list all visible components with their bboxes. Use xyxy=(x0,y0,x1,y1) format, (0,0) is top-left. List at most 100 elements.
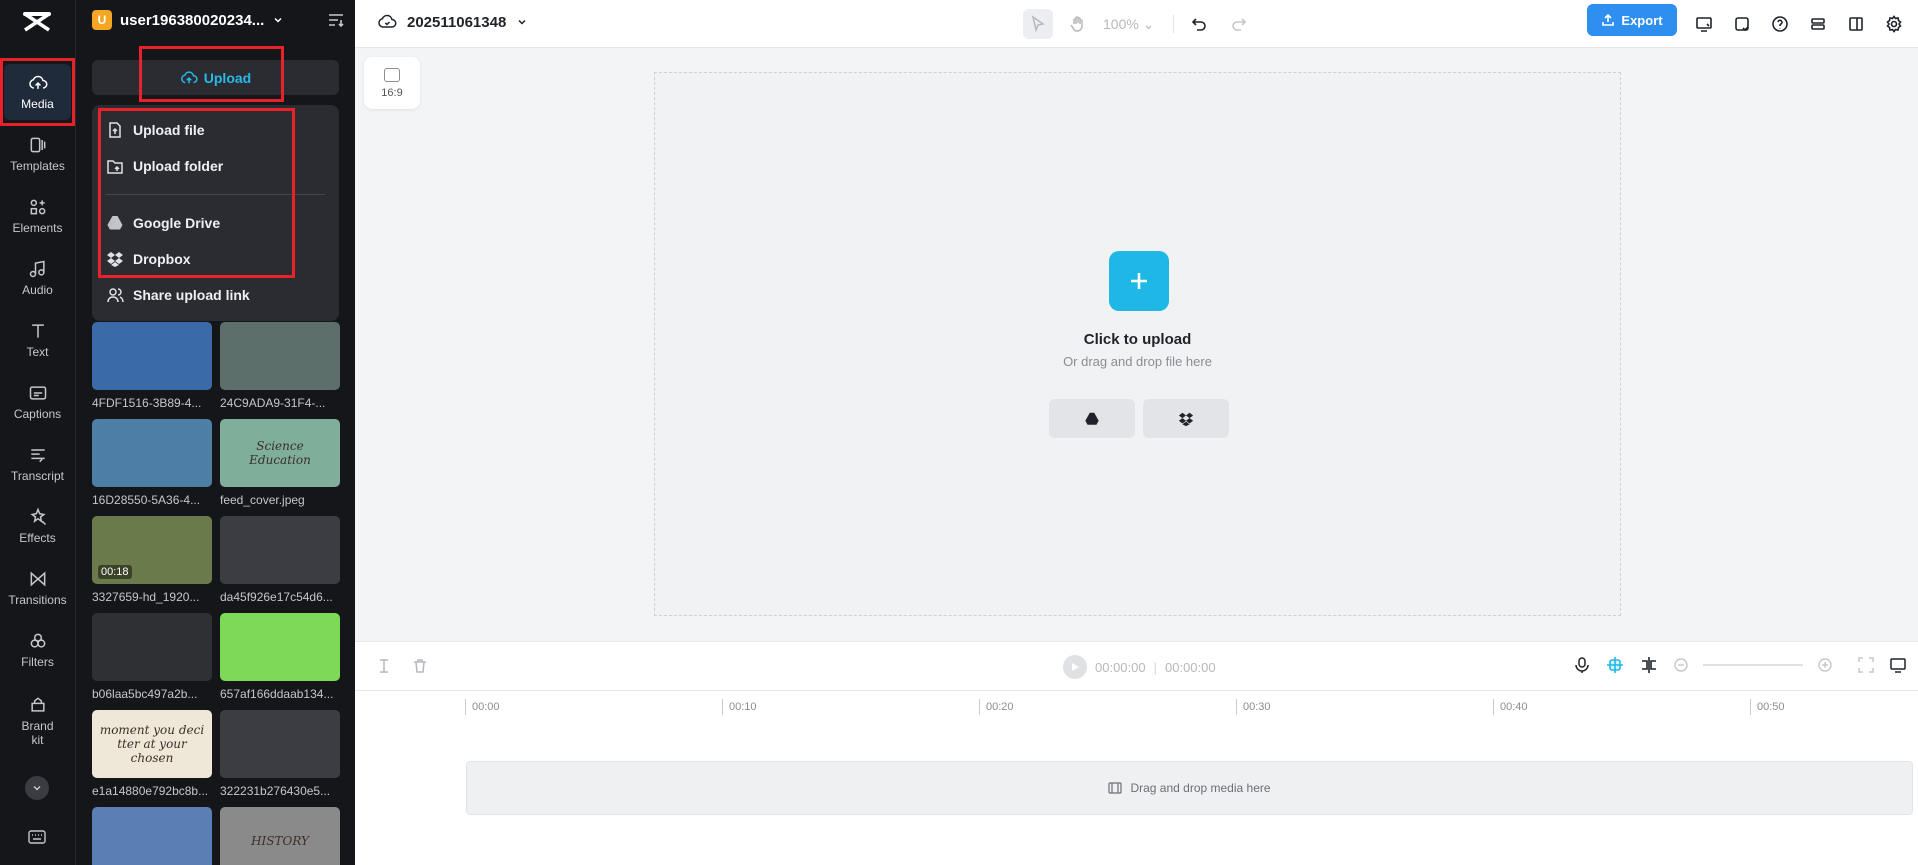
duration-badge: 00:18 xyxy=(98,565,132,579)
media-item[interactable]: 322231b276430e5... xyxy=(220,710,340,798)
media-thumbnail[interactable]: 00:18 xyxy=(92,516,212,584)
media-item[interactable]: da45f926e17c54d6... xyxy=(220,516,340,604)
media-item[interactable]: HISTORY xyxy=(220,807,340,865)
rail-brand-kit[interactable]: Brand kit xyxy=(4,688,71,754)
text-icon xyxy=(31,324,44,338)
media-item[interactable] xyxy=(92,807,212,865)
timeline-ruler[interactable]: 00:00 00:10 00:20 00:30 00:40 00:50 xyxy=(465,699,1918,719)
rail-label: Brand kit xyxy=(21,719,54,747)
media-thumbnail[interactable] xyxy=(220,613,340,681)
media-item[interactable]: 4FDF1516-3B89-4... xyxy=(92,322,212,410)
media-filename: 16D28550-5A36-4... xyxy=(92,493,201,507)
sort-icon[interactable] xyxy=(327,11,345,29)
media-thumbnail[interactable]: Science Education xyxy=(220,419,340,487)
rail-expand-button[interactable] xyxy=(25,776,49,800)
workspace-header[interactable]: U user19638002023​4... xyxy=(92,9,345,31)
media-thumbnail[interactable] xyxy=(92,322,212,390)
left-nav-rail: Media Templates Elements Audio Text Capt… xyxy=(0,0,75,865)
media-item[interactable]: 00:18 3327659-hd_1920... xyxy=(92,516,212,604)
rail-audio[interactable]: Audio xyxy=(4,250,71,306)
project-title[interactable]: 202511061348 xyxy=(377,12,528,32)
media-thumbnail[interactable] xyxy=(220,710,340,778)
layout-button[interactable] xyxy=(1841,9,1871,39)
timeline-zoom-slider[interactable] xyxy=(1703,664,1803,666)
effects-icon xyxy=(29,507,46,526)
timeline-drop-zone[interactable]: Drag and drop media here xyxy=(466,761,1913,815)
export-button[interactable]: Export xyxy=(1587,4,1677,36)
rail-transcript[interactable]: Transcript xyxy=(4,436,71,492)
split-icon[interactable] xyxy=(375,657,393,675)
rail-label: Effects xyxy=(19,531,56,545)
rail-text[interactable]: Text xyxy=(4,312,71,368)
media-item[interactable]: Science Education feed_cover.jpeg xyxy=(220,419,340,507)
rail-media[interactable]: Media xyxy=(0,58,75,126)
media-item[interactable]: 24C9ADA9-31F4-... xyxy=(220,322,340,410)
total-time: 00:00:00 xyxy=(1165,659,1216,675)
media-filename: 3327659-hd_1920... xyxy=(92,590,200,604)
media-thumbnail[interactable] xyxy=(220,322,340,390)
hand-tool-button[interactable] xyxy=(1063,9,1093,39)
media-thumbnail[interactable] xyxy=(92,613,212,681)
select-tool-button[interactable] xyxy=(1023,9,1053,39)
review-button[interactable] xyxy=(1727,9,1757,39)
trash-icon[interactable] xyxy=(411,657,429,675)
cursor-icon xyxy=(1031,15,1045,33)
help-button[interactable] xyxy=(1765,9,1795,39)
gear-icon xyxy=(1886,15,1902,33)
zoom-out-icon[interactable] xyxy=(1673,657,1689,673)
thumbnail-overlay-text: HISTORY xyxy=(251,834,309,848)
timeline: 00:00 00:10 00:20 00:30 00:40 00:50 Drag and … xyxy=(355,691,1918,865)
rail-label: Transcript xyxy=(11,469,64,483)
monitor-icon[interactable] xyxy=(1889,656,1907,674)
menu-share-upload-link[interactable]: Share upload link xyxy=(106,283,250,307)
google-drive-button[interactable] xyxy=(1049,399,1135,438)
media-filename: 24C9ADA9-31F4-... xyxy=(220,396,326,410)
cloud-sync-icon xyxy=(378,14,397,28)
undo-button[interactable] xyxy=(1184,9,1214,39)
canvas-drop-area[interactable]: Click to upload Or drag and drop file he… xyxy=(654,72,1621,616)
zoom-in-icon[interactable] xyxy=(1817,657,1833,673)
top-toolbar: 202511061348 100% ⌄ Export xyxy=(355,0,1918,48)
media-item[interactable]: b06laa5bc497a2b... xyxy=(92,613,212,701)
rail-transitions[interactable]: Transitions xyxy=(4,560,71,616)
fit-screen-icon[interactable] xyxy=(1857,656,1875,674)
media-thumbnail[interactable]: moment you deci tter at your chosen xyxy=(92,710,212,778)
media-filename: 657af166ddaab134... xyxy=(220,687,334,701)
rail-templates[interactable]: Templates xyxy=(4,126,71,182)
settings-button[interactable] xyxy=(1879,9,1909,39)
media-item[interactable]: 16D28550-5A36-4... xyxy=(92,419,212,507)
split-view-icon[interactable] xyxy=(1639,655,1659,675)
capcut-logo[interactable] xyxy=(22,10,52,34)
magnet-snap-icon[interactable] xyxy=(1605,655,1625,675)
rail-elements[interactable]: Elements xyxy=(4,188,71,244)
elements-icon xyxy=(30,199,45,215)
keyboard-icon[interactable] xyxy=(27,827,47,847)
music-note-icon xyxy=(29,260,45,278)
microphone-icon[interactable] xyxy=(1573,656,1591,674)
aspect-ratio-button[interactable]: 16:9 xyxy=(364,57,420,109)
export-icon xyxy=(1602,13,1615,26)
media-thumbnail[interactable] xyxy=(92,807,212,865)
thumbnail-overlay-text: moment you deci tter at your chosen xyxy=(99,723,205,765)
dropbox-button[interactable] xyxy=(1143,399,1229,438)
media-thumbnail[interactable] xyxy=(220,516,340,584)
add-media-button[interactable] xyxy=(1109,251,1169,311)
rail-filters[interactable]: Filters xyxy=(4,622,71,678)
media-thumbnail[interactable] xyxy=(92,419,212,487)
chevron-down-icon xyxy=(518,19,526,25)
drop-zone-label: Drag and drop media here xyxy=(1130,781,1271,795)
storage-button[interactable] xyxy=(1803,9,1833,39)
play-button[interactable] xyxy=(1063,655,1087,679)
export-label: Export xyxy=(1621,12,1663,28)
rail-captions[interactable]: Captions xyxy=(4,374,71,430)
divider xyxy=(1173,15,1174,33)
rail-effects[interactable]: Effects xyxy=(4,498,71,554)
chevron-down-icon[interactable] xyxy=(272,14,284,26)
media-thumbnail[interactable]: HISTORY xyxy=(220,807,340,865)
zoom-select[interactable]: 100% ⌄ xyxy=(1103,16,1163,33)
rail-label: Audio xyxy=(22,283,53,297)
media-item[interactable]: moment you deci tter at your chosen e1a14… xyxy=(92,710,212,798)
media-item[interactable]: 657af166ddaab134... xyxy=(220,613,340,701)
present-button[interactable] xyxy=(1689,9,1719,39)
redo-button[interactable] xyxy=(1224,9,1254,39)
